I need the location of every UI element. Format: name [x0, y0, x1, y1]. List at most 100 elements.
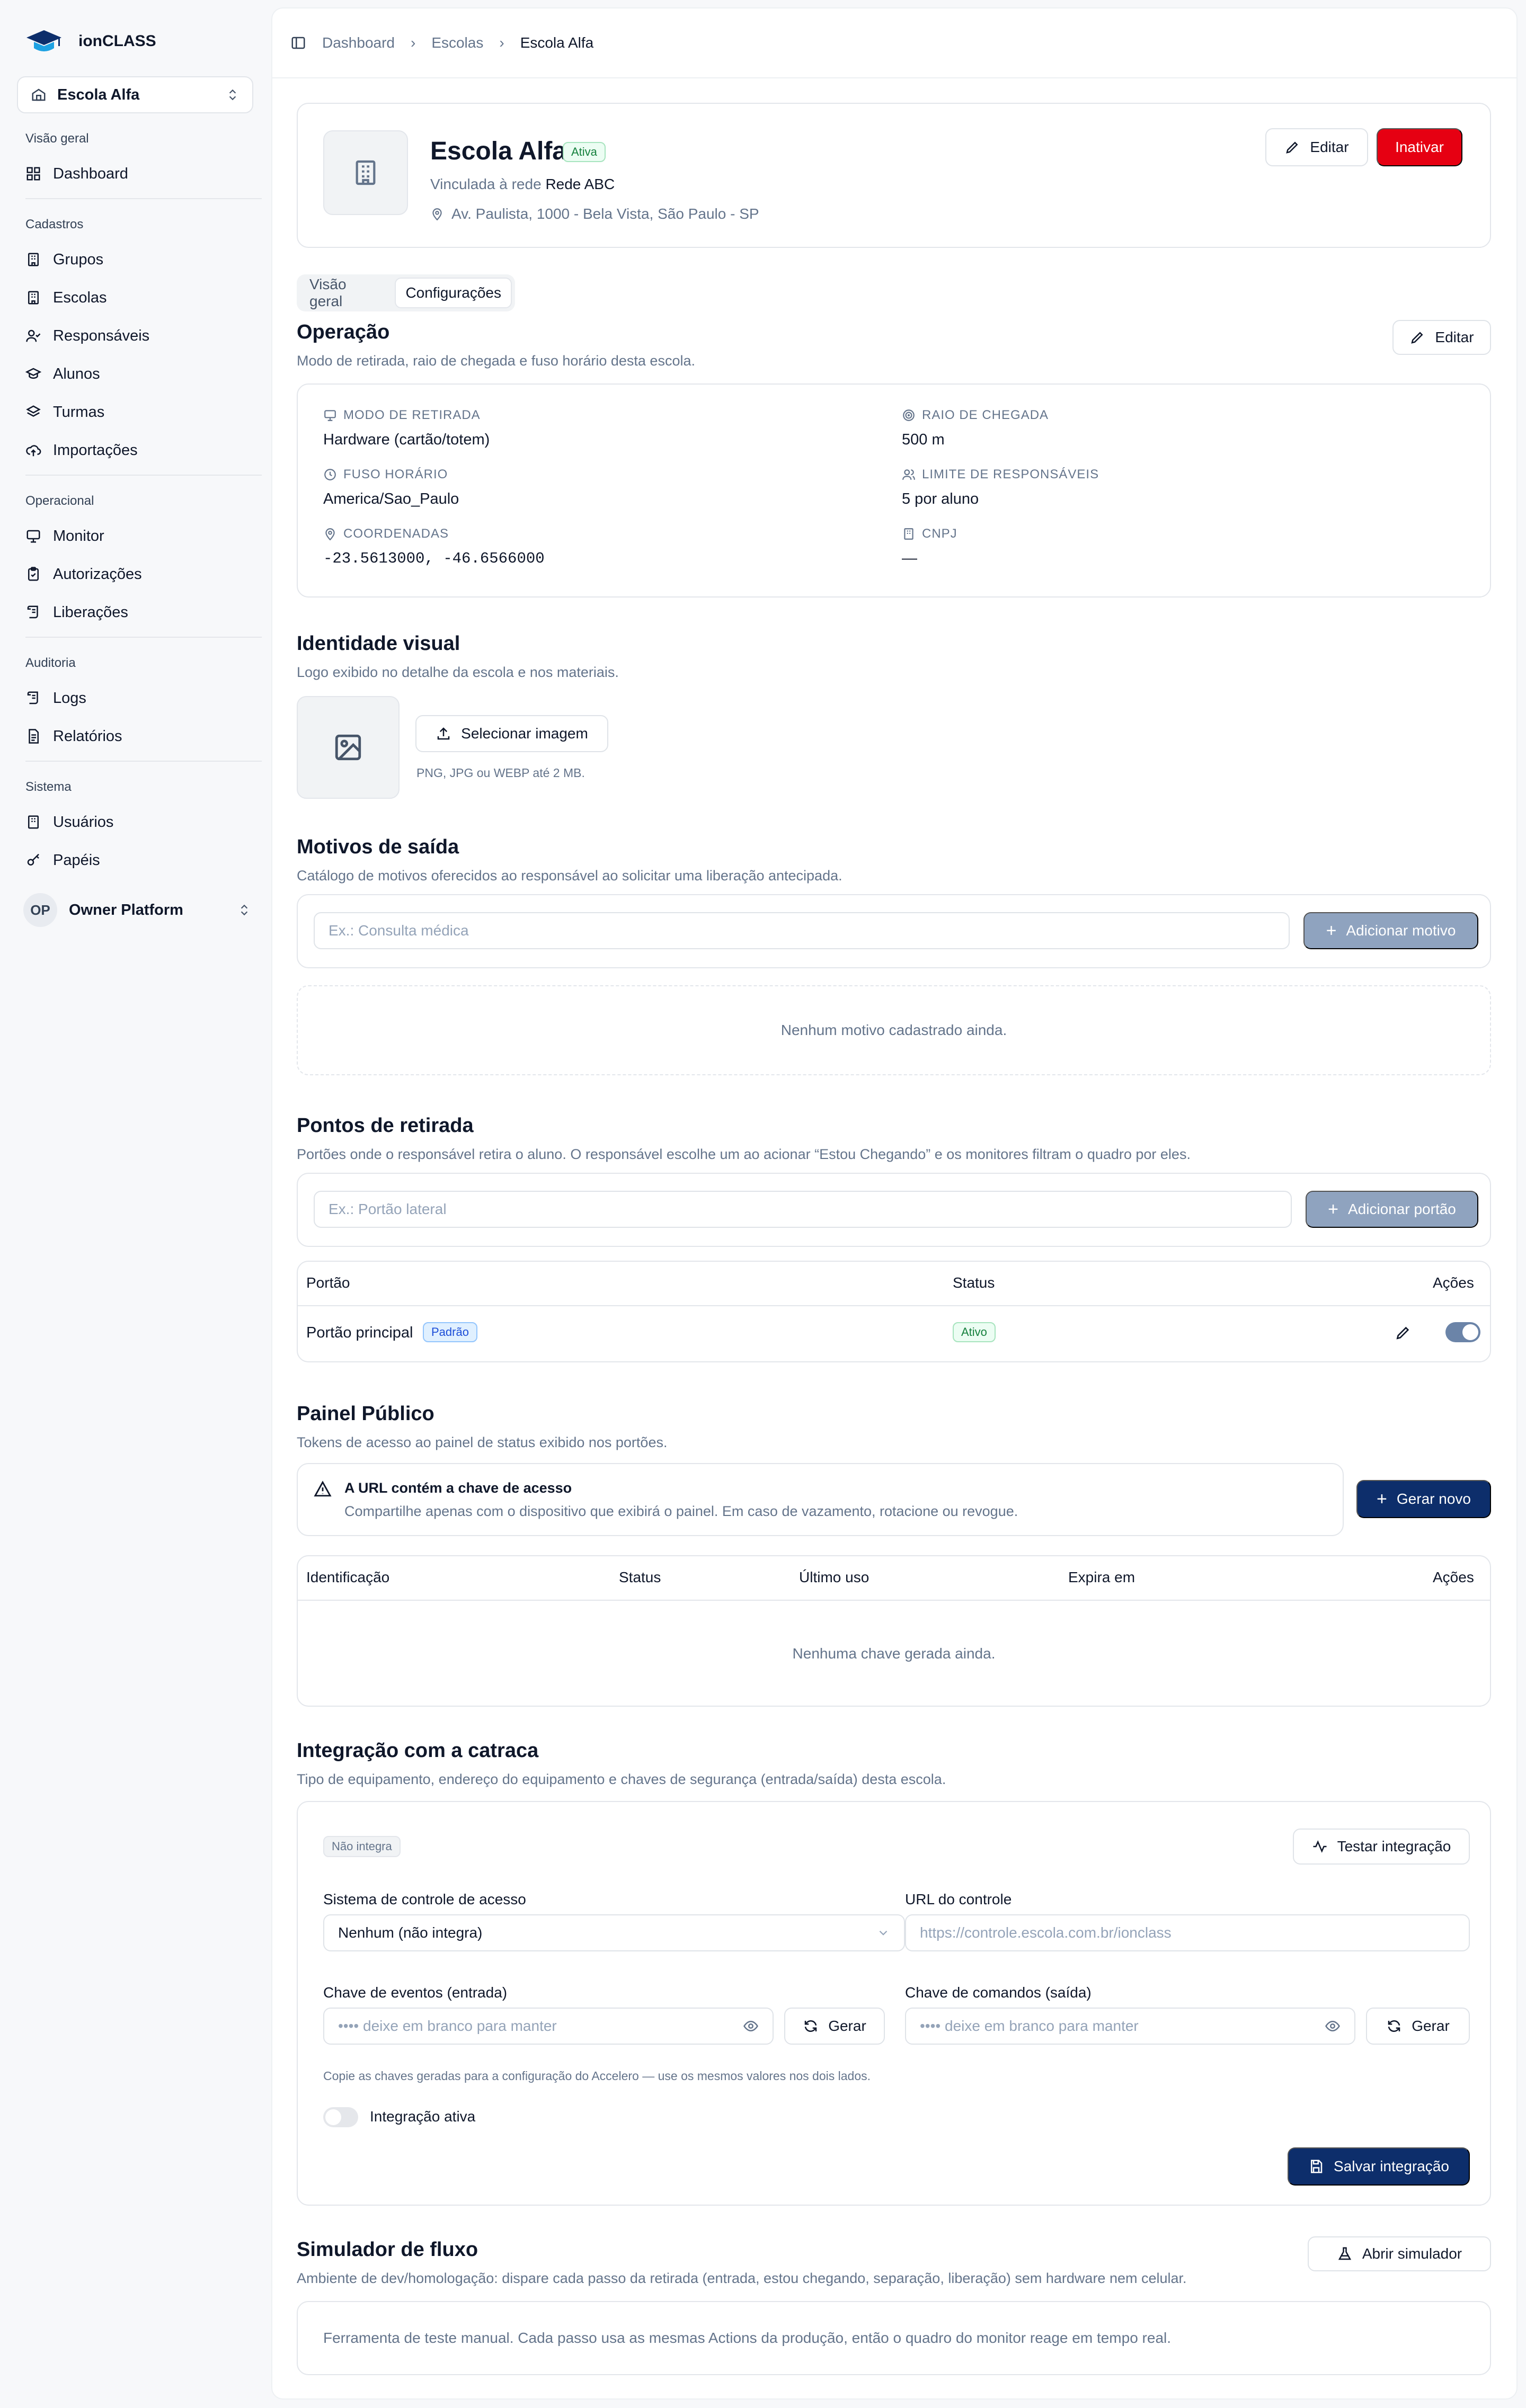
save-icon: [1311, 2160, 1323, 2173]
reasons-empty-state: Nenhum motivo cadastrado ainda.: [297, 985, 1491, 1075]
scroll-icon: [27, 691, 38, 704]
column-header: Portão: [306, 1274, 350, 1291]
user-menu[interactable]: OP Owner Platform: [23, 893, 251, 927]
generate-commands-key-button[interactable]: Gerar: [1366, 2008, 1470, 2045]
gate-active-toggle[interactable]: [1445, 1322, 1480, 1342]
image-hint: PNG, JPG ou WEBP até 2 MB.: [416, 766, 585, 780]
edit-school-button[interactable]: Editar: [1265, 128, 1368, 166]
cloud-upload-icon: [26, 445, 41, 457]
eye-icon[interactable]: [1325, 2018, 1341, 2034]
commands-key-input[interactable]: •••• deixe em branco para manter: [905, 2008, 1355, 2045]
integration-active-label: Integração ativa: [370, 2108, 476, 2125]
reason-input[interactable]: Ex.: Consulta médica: [314, 912, 1290, 949]
mode-label-text: MODO DE RETIRADA: [343, 408, 481, 422]
radius-value: 500 m: [902, 431, 945, 448]
controller-url-input[interactable]: https://controle.escola.com.br/ionclass: [905, 1914, 1470, 1951]
breadcrumb-current: Escola Alfa: [520, 34, 594, 51]
sidebar-item-papeis[interactable]: Papéis: [25, 846, 100, 874]
sidebar-item-grupos[interactable]: Grupos: [25, 246, 103, 273]
timezone-label: FUSO HORÁRIO: [323, 467, 448, 482]
school-address: Av. Paulista, 1000 - Bela Vista, São Pau…: [430, 206, 759, 222]
gate-input[interactable]: Ex.: Portão lateral: [314, 1191, 1292, 1228]
panel-title: Painel Público: [297, 1403, 434, 1425]
events-key-input[interactable]: •••• deixe em branco para manter: [323, 2008, 774, 2045]
school-switcher[interactable]: Escola Alfa: [17, 76, 253, 113]
simulator-title: Simulador de fluxo: [297, 2238, 478, 2261]
events-key-placeholder: •••• deixe em branco para manter: [338, 2018, 557, 2034]
sidebar-item-label: Autorizações: [53, 565, 142, 583]
simulator-description: Ferramenta de teste manual. Cada passo u…: [323, 2330, 1172, 2346]
chevrons-up-down-icon: [241, 904, 248, 916]
deactivate-button[interactable]: Inativar: [1377, 128, 1462, 166]
chevrons-up-down-icon: [229, 89, 236, 101]
sidebar-item-label: Monitor: [53, 527, 104, 545]
sidebar-item-relatorios[interactable]: Relatórios: [25, 723, 122, 750]
radius-label: RAIO DE CHEGADA: [902, 408, 1049, 423]
breadcrumb-escolas[interactable]: Escolas: [431, 34, 483, 51]
sidebar-item-usuarios[interactable]: Usuários: [25, 808, 113, 836]
save-integration-button[interactable]: Salvar integração: [1288, 2147, 1470, 2186]
graduation-cap-logo-icon: [26, 30, 61, 51]
eye-icon[interactable]: [743, 2018, 759, 2034]
flask-icon: [1338, 2247, 1351, 2260]
access-system-select[interactable]: Nenhum (não integra): [323, 1914, 905, 1951]
select-image-button[interactable]: Selecionar imagem: [415, 715, 608, 752]
brand-name: ionCLASS: [78, 32, 156, 50]
tabs: Visão geral Configurações: [297, 274, 515, 311]
sidebar-item-dashboard[interactable]: Dashboard: [25, 160, 128, 188]
sidebar-item-turmas[interactable]: Turmas: [25, 398, 104, 426]
tab-settings[interactable]: Configurações: [395, 278, 512, 308]
reasons-title: Motivos de saída: [297, 836, 459, 858]
mode-label: MODO DE RETIRADA: [323, 408, 481, 423]
limit-label-text: LIMITE DE RESPONSÁVEIS: [922, 467, 1099, 481]
sidebar-item-importacoes[interactable]: Importações: [25, 436, 138, 464]
divider: [298, 1600, 1490, 1601]
test-integration-button[interactable]: Testar integração: [1293, 1829, 1470, 1865]
events-key-label: Chave de eventos (entrada): [323, 1984, 508, 2001]
column-header: Status: [619, 1569, 661, 1585]
add-gate-button[interactable]: + Adicionar portão: [1306, 1191, 1478, 1228]
coords-value: -23.5613000, -46.6566000: [323, 550, 545, 567]
plus-icon: +: [1377, 1488, 1387, 1509]
status-badge: Ativa: [563, 142, 606, 162]
edit-operation-button[interactable]: Editar: [1392, 320, 1491, 355]
sidebar-toggle-icon[interactable]: [290, 35, 306, 51]
school-header-card: Escola Alfa Ativa Vinculada à rede Rede …: [297, 103, 1491, 248]
sidebar-item-label: Importações: [53, 441, 138, 459]
sidebar-item-logs[interactable]: Logs: [25, 684, 86, 712]
monitor-icon: [324, 410, 336, 421]
chevron-right-icon: ›: [499, 34, 504, 51]
sidebar-item-label: Liberações: [53, 603, 128, 621]
divider: [25, 637, 262, 638]
timezone-value: America/Sao_Paulo: [323, 490, 459, 507]
security-warning: A URL contém a chave de acesso Compartil…: [297, 1463, 1344, 1536]
generate-token-button[interactable]: + Gerar novo: [1356, 1480, 1491, 1518]
column-header: Ações: [1433, 1569, 1474, 1585]
sidebar-item-escolas[interactable]: Escolas: [25, 284, 107, 311]
open-simulator-button[interactable]: Abrir simulador: [1308, 2236, 1491, 2271]
default-badge: Padrão: [423, 1322, 477, 1342]
nav-group-label: Sistema: [25, 780, 72, 794]
generate-events-key-button[interactable]: Gerar: [784, 2008, 885, 2045]
file-text-icon: [29, 729, 39, 744]
sidebar-item-monitor[interactable]: Monitor: [25, 522, 104, 550]
map-pin-icon: [325, 528, 335, 541]
pencil-icon[interactable]: [1395, 1324, 1412, 1341]
sidebar-item-label: Papéis: [53, 851, 100, 869]
chevron-right-icon: ›: [410, 34, 416, 51]
sidebar: ionCLASS Escola Alfa Visão geral Dashboa…: [0, 0, 270, 2408]
sidebar-item-responsaveis[interactable]: Responsáveis: [25, 322, 149, 350]
tab-overview[interactable]: Visão geral: [300, 276, 393, 309]
user-check-icon: [26, 329, 41, 342]
breadcrumb-dashboard[interactable]: Dashboard: [322, 34, 395, 51]
brand[interactable]: ionCLASS: [25, 25, 156, 57]
nav-group-label: Auditoria: [25, 656, 76, 670]
add-reason-button[interactable]: + Adicionar motivo: [1303, 912, 1478, 949]
integration-active-toggle[interactable]: [323, 2107, 358, 2127]
sidebar-item-liberacoes[interactable]: Liberações: [25, 599, 128, 626]
sidebar-item-autorizacoes[interactable]: Autorizações: [25, 560, 142, 588]
save-integration-label: Salvar integração: [1334, 2158, 1449, 2174]
building-icon: [904, 528, 913, 540]
sidebar-item-alunos[interactable]: Alunos: [25, 360, 100, 388]
integration-status-badge: Não integra: [323, 1836, 401, 1857]
